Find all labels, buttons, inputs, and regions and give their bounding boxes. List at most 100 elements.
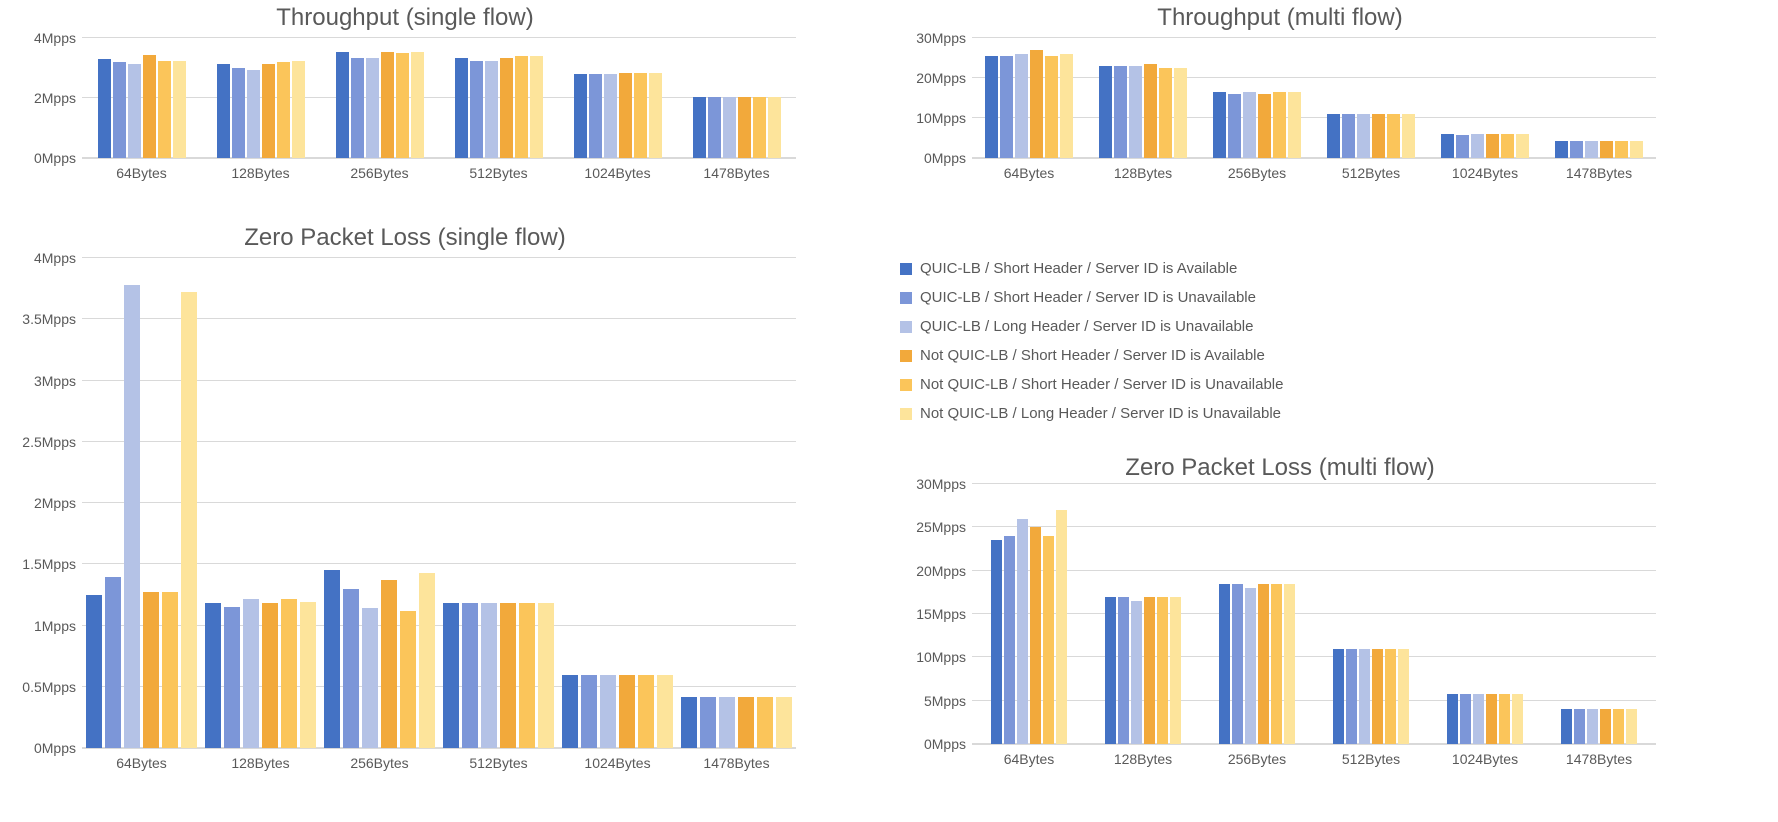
bar xyxy=(1570,141,1583,158)
bar xyxy=(224,607,240,748)
bar xyxy=(1626,709,1637,744)
bar-group xyxy=(82,38,201,158)
bar-group xyxy=(439,38,558,158)
y-tick-label: 5Mpps xyxy=(900,693,966,709)
x-tick-label: 128Bytes xyxy=(201,165,320,181)
bar xyxy=(143,55,156,159)
x-tick-label: 512Bytes xyxy=(439,165,558,181)
x-axis-labels: 64Bytes128Bytes256Bytes512Bytes1024Bytes… xyxy=(972,159,1656,181)
bar xyxy=(1574,709,1585,744)
x-tick-label: 256Bytes xyxy=(320,755,439,771)
bar-group xyxy=(1314,38,1428,158)
bar-group xyxy=(82,258,201,748)
bar xyxy=(1555,141,1568,158)
bar xyxy=(1372,649,1383,744)
legend-label: Not QUIC-LB / Short Header / Server ID i… xyxy=(920,376,1283,393)
legend-label: Not QUIC-LB / Long Header / Server ID is… xyxy=(920,405,1281,422)
bar-group xyxy=(1314,484,1428,744)
bar xyxy=(649,73,662,159)
y-tick-label: 3Mpps xyxy=(10,373,76,389)
x-tick-label: 1024Bytes xyxy=(1428,165,1542,181)
bar xyxy=(243,599,259,748)
bar xyxy=(181,292,197,748)
bar xyxy=(485,61,498,159)
legend-item: QUIC-LB / Short Header / Server ID is Un… xyxy=(900,289,1283,306)
x-tick-label: 1024Bytes xyxy=(1428,751,1542,767)
chart-zpl-single: Zero Packet Loss (single flow) 0Mpps0.5M… xyxy=(10,224,800,794)
chart-title: Throughput (single flow) xyxy=(10,4,800,32)
bar xyxy=(985,56,998,158)
plot-area: 0Mpps0.5Mpps1Mpps1.5Mpps2Mpps2.5Mpps3Mpp… xyxy=(82,258,796,749)
bar xyxy=(105,577,121,749)
bar xyxy=(481,603,497,748)
legend-item: Not QUIC-LB / Short Header / Server ID i… xyxy=(900,347,1283,364)
bar xyxy=(217,64,230,159)
y-tick-label: 2Mpps xyxy=(10,495,76,511)
bar xyxy=(738,97,751,159)
chart-zpl-multi: Zero Packet Loss (multi flow) 0Mpps5Mpps… xyxy=(900,454,1660,794)
x-tick-label: 1478Bytes xyxy=(677,755,796,771)
bar-groups xyxy=(972,484,1656,744)
bar xyxy=(336,52,349,159)
bar xyxy=(768,97,781,159)
bar xyxy=(143,592,159,748)
bar xyxy=(604,74,617,158)
bar xyxy=(574,74,587,158)
bar xyxy=(1615,141,1628,158)
bar xyxy=(600,675,616,749)
bar-group xyxy=(1200,38,1314,158)
chart-title: Throughput (multi flow) xyxy=(900,4,1660,32)
bar xyxy=(1004,536,1015,744)
bar xyxy=(562,675,578,749)
bar xyxy=(1585,141,1598,158)
bar xyxy=(124,285,140,748)
bar xyxy=(634,73,647,159)
bar xyxy=(443,603,459,748)
chart-title: Zero Packet Loss (single flow) xyxy=(10,224,800,252)
bar xyxy=(162,592,178,748)
bar xyxy=(753,97,766,159)
bar xyxy=(1460,694,1471,744)
bar xyxy=(419,573,435,748)
y-tick-label: 15Mpps xyxy=(900,606,966,622)
bar xyxy=(530,56,543,158)
bar xyxy=(1258,94,1271,158)
bar xyxy=(1587,709,1598,744)
bar xyxy=(1273,92,1286,158)
x-tick-label: 64Bytes xyxy=(972,751,1086,767)
bar xyxy=(1118,597,1129,744)
bar-group xyxy=(201,38,320,158)
bar-groups xyxy=(82,38,796,158)
bar xyxy=(500,58,513,159)
bar xyxy=(351,58,364,159)
bar-group xyxy=(558,38,677,158)
bar xyxy=(1114,66,1127,158)
chart-throughput-multi: Throughput (multi flow) 0Mpps10Mpps20Mpp… xyxy=(900,4,1660,214)
x-tick-label: 512Bytes xyxy=(1314,165,1428,181)
bar-groups xyxy=(972,38,1656,158)
bar xyxy=(1456,135,1469,158)
bar xyxy=(1398,649,1409,744)
bar xyxy=(500,603,516,748)
bar xyxy=(991,540,1002,744)
x-axis-labels: 64Bytes128Bytes256Bytes512Bytes1024Bytes… xyxy=(82,749,796,771)
bar xyxy=(362,608,378,748)
bar xyxy=(1486,694,1497,744)
bar xyxy=(1600,141,1613,158)
y-tick-label: 1Mpps xyxy=(10,618,76,634)
y-tick-label: 20Mpps xyxy=(900,563,966,579)
y-tick-label: 4Mpps xyxy=(10,250,76,266)
bar xyxy=(1402,114,1415,158)
bar xyxy=(1284,584,1295,744)
bar xyxy=(396,53,409,158)
bar xyxy=(381,52,394,159)
legend-item: QUIC-LB / Short Header / Server ID is Av… xyxy=(900,260,1283,277)
legend-swatch-icon xyxy=(900,263,912,275)
bar xyxy=(1129,66,1142,158)
bar xyxy=(113,62,126,158)
bar xyxy=(1232,584,1243,744)
bar xyxy=(1600,709,1611,744)
bar xyxy=(1030,527,1041,744)
bar xyxy=(158,61,171,159)
bar xyxy=(324,570,340,748)
